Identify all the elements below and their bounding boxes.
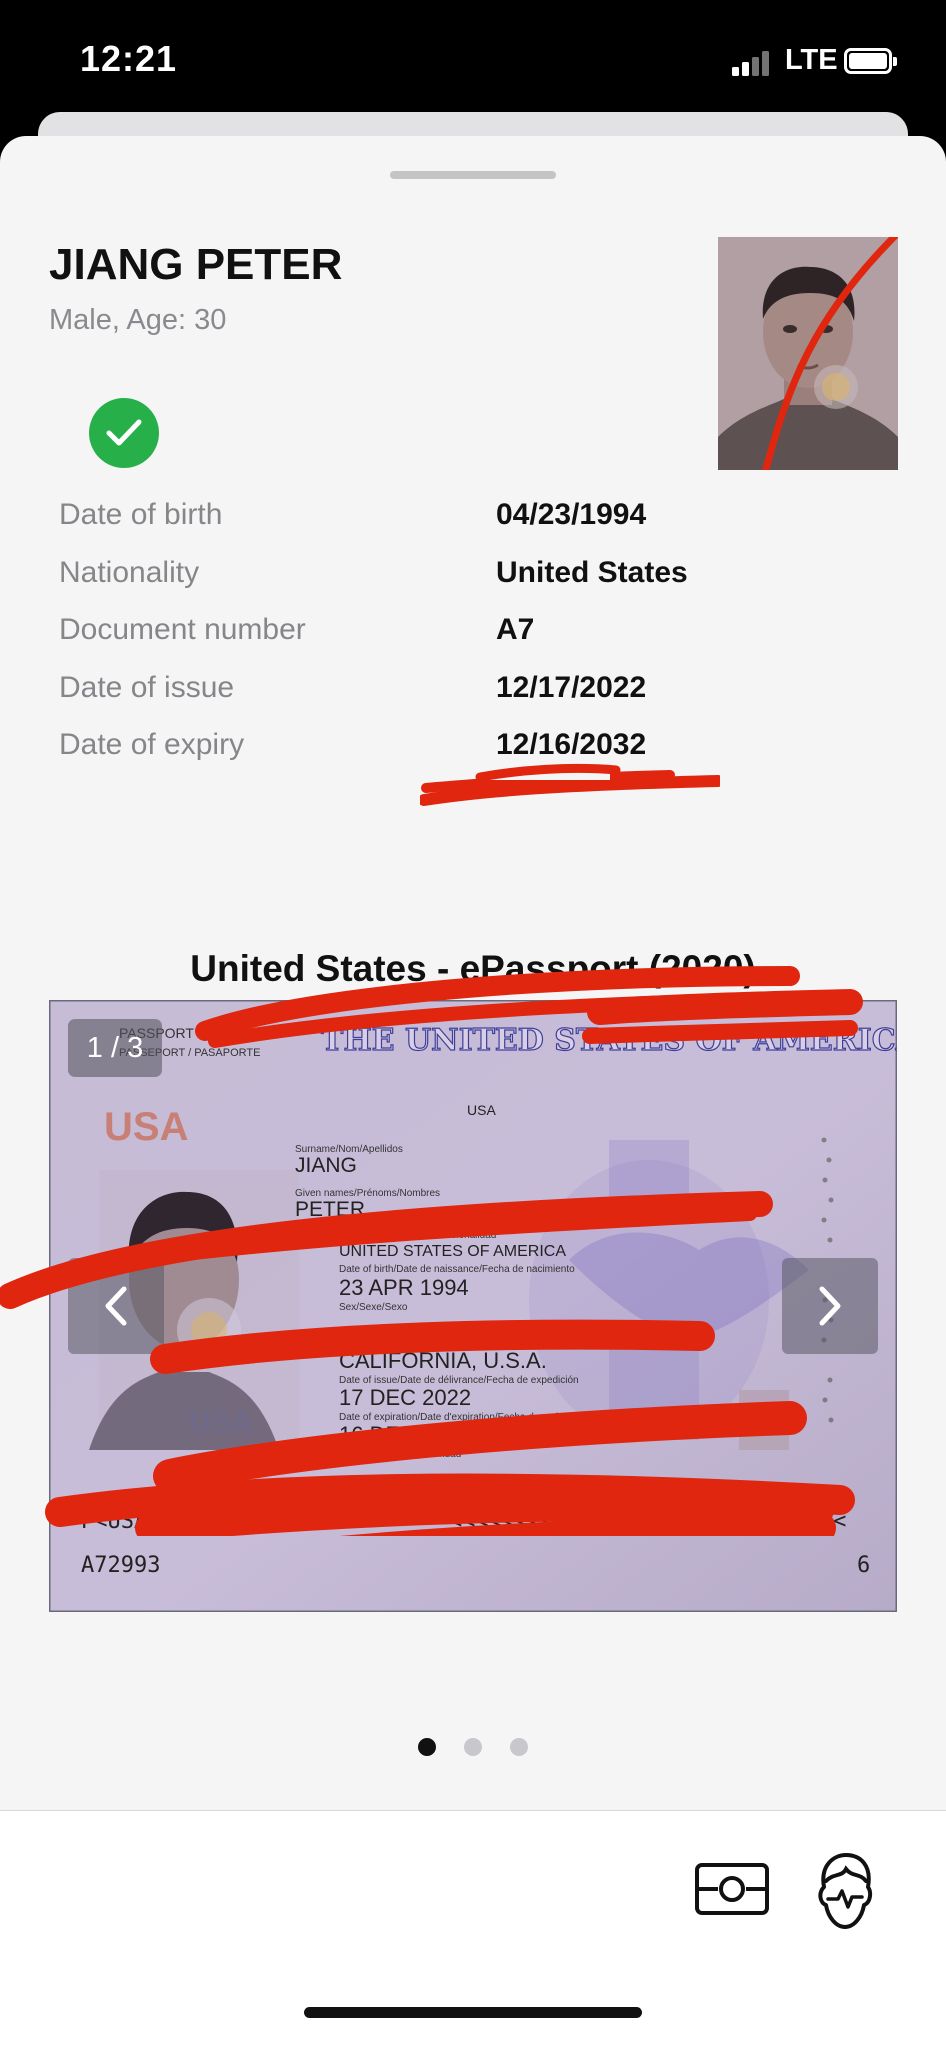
mrz-line-2-end: 6 (857, 1553, 870, 1578)
document-details: Date of birth 04/23/1994 Nationality Uni… (59, 498, 899, 786)
document-type-title: United States - ePassport (2020) (190, 948, 756, 989)
place-of-birth-label: Place of birth/Lieu de naissance/Lugar d… (339, 1337, 575, 1348)
mrz-line-1-fill: <<<<<<<<<<<<<<<<<<<<<<<<<<<<<< (449, 1509, 846, 1534)
dob-label: Date of birth/Date de naissance/Fecha de… (339, 1264, 575, 1275)
chevron-left-icon (105, 1286, 127, 1326)
document-result-sheet: JIANG PETER Male, Age: 30 Date of birth … (0, 136, 946, 2048)
person-name: JIANG PETER (49, 240, 343, 289)
detail-row-document-number: Document number A7 (59, 613, 899, 671)
status-bar: 12:21 LTE (0, 0, 946, 120)
dob-value: 23 APR 1994 (339, 1275, 469, 1300)
id-card-button[interactable] (694, 1859, 770, 1919)
page-dot-2[interactable] (464, 1738, 482, 1756)
chevron-right-icon (819, 1286, 841, 1326)
page-dot-1[interactable] (417, 1738, 436, 1756)
page-indicator[interactable] (0, 1738, 946, 1761)
network-type: LTE (785, 44, 838, 76)
nationality-label: Nationality/Nationalité/Nacionalidad (339, 1230, 496, 1241)
bottom-toolbar (0, 1810, 946, 2048)
id-card-icon (695, 1863, 769, 1915)
detail-label: Document number (59, 613, 306, 646)
detail-value: 04/23/1994 (496, 498, 647, 531)
nationality-value: UNITED STATES OF AMERICA (339, 1243, 566, 1260)
battery-icon (844, 48, 897, 74)
next-image-button[interactable] (782, 1258, 878, 1354)
person-meta: Male, Age: 30 (49, 304, 227, 336)
sheet-grabber[interactable] (390, 171, 556, 179)
detail-value: A7 (496, 613, 535, 646)
checkmark-circle-icon (89, 398, 159, 468)
slide-counter: 1 / 3 (68, 1019, 162, 1077)
detail-label: Nationality (59, 555, 200, 589)
seal-usa: USA (189, 1406, 252, 1439)
given-names-value: PETER (295, 1198, 365, 1221)
face-scan-icon (818, 1853, 873, 1929)
country-code-large: USA (104, 1105, 188, 1149)
cellular-signal-icon (732, 48, 776, 76)
passport-header: THE UNITED STATES OF AMERICA (321, 1023, 897, 1058)
detail-row-date-of-issue: Date of issue 12/17/2022 (59, 671, 899, 729)
detail-row-date-of-birth: Date of birth 04/23/1994 (59, 498, 899, 556)
detail-row-date-of-expiry: Date of expiry 12/16/2032 (59, 728, 899, 786)
home-indicator[interactable] (304, 2007, 642, 2018)
country-code-small: USA (467, 1102, 496, 1118)
document-image-carousel[interactable]: THE UNITED STATES OF AMERICA PASSPORT PA… (49, 1000, 897, 1612)
detail-value: 12/16/2032 (496, 728, 647, 761)
detail-row-nationality: Nationality United States (59, 556, 899, 614)
detail-label: Date of issue (59, 670, 235, 704)
detail-value: 12/17/2022 (496, 670, 647, 704)
issue-value: 17 DEC 2022 (339, 1385, 471, 1410)
detail-label: Date of birth (59, 498, 223, 531)
face-scan-button[interactable] (812, 1851, 878, 1931)
sex-label: Sex/Sexe/Sexo (339, 1302, 408, 1313)
place-of-birth-value: CALIFORNIA, U.S.A. (339, 1348, 547, 1373)
detail-value: United States (496, 555, 688, 589)
surname-value: JIANG (295, 1154, 357, 1177)
previous-image-button[interactable] (68, 1258, 164, 1354)
status-time: 12:21 (80, 38, 178, 79)
mrz-line-2: A72993 (81, 1553, 160, 1578)
detail-label: Date of expiry (59, 728, 245, 761)
mrz-line-1: P<USA (81, 1509, 147, 1534)
page-dot-3[interactable] (510, 1738, 529, 1756)
expiry-value: 16 DEC 2032 (339, 1422, 471, 1447)
authority-label: Authority/Autorité/Autoridad (339, 1449, 461, 1460)
passport-page-image: THE UNITED STATES OF AMERICA PASSPORT PA… (49, 1000, 897, 1612)
face-photo (718, 237, 898, 470)
